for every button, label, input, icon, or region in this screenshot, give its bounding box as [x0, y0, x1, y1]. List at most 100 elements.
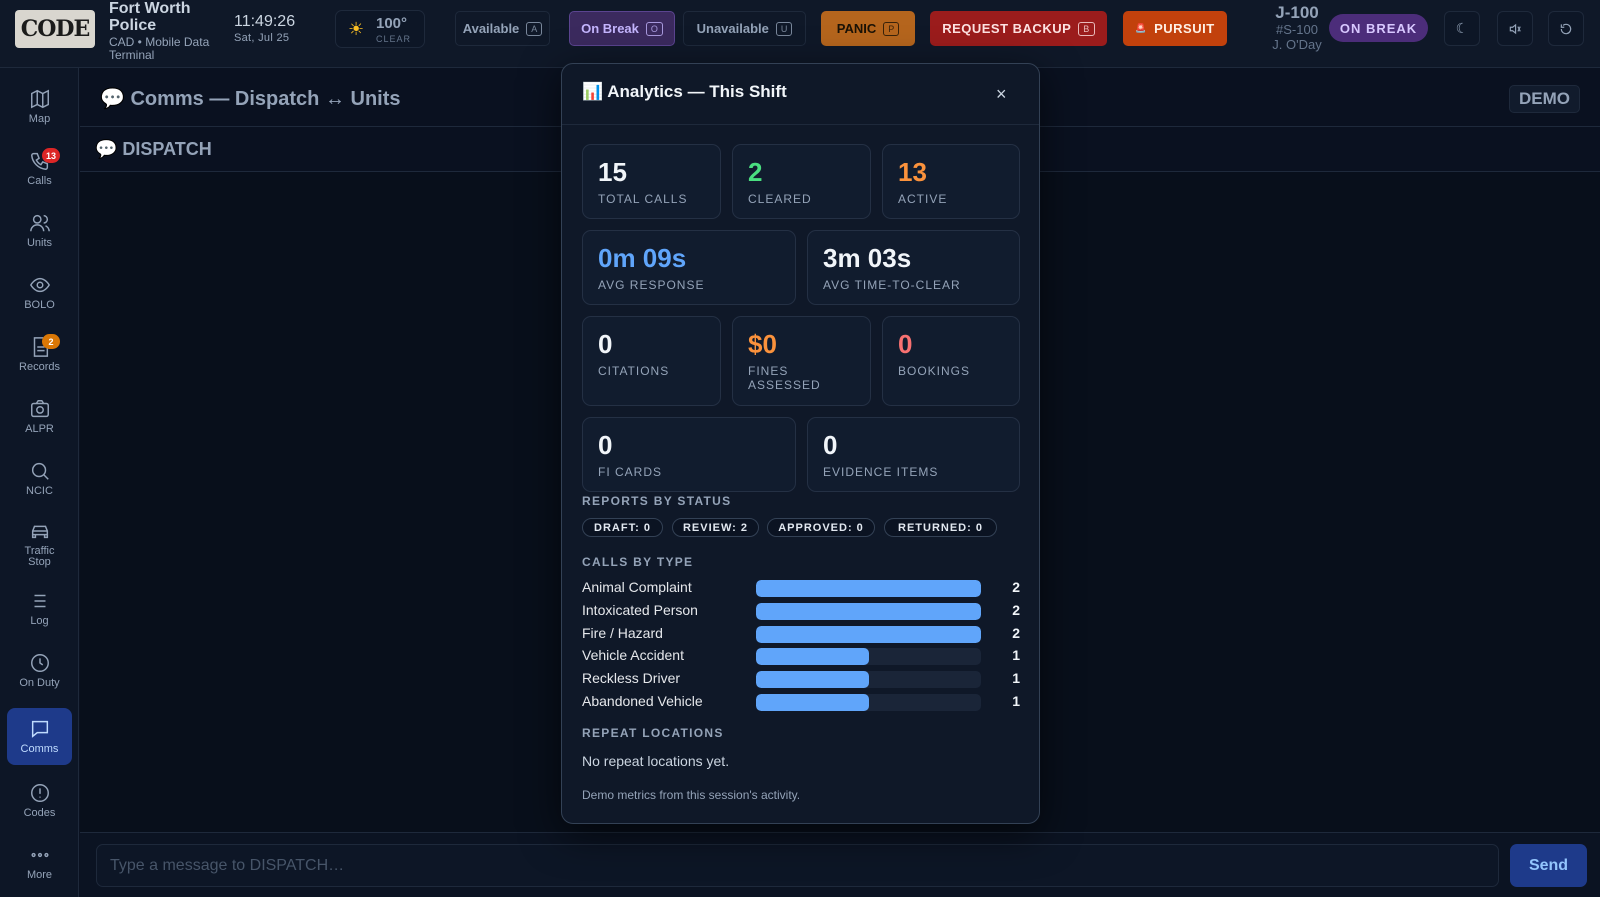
sidebar-item-comms[interactable]: Comms	[7, 708, 72, 765]
more-icon	[30, 852, 49, 858]
sidebar-item-bolo[interactable]: BOLO	[7, 264, 72, 321]
page-title: 💬 Comms — Dispatch ↔ Units	[100, 88, 401, 110]
call-type-row: Fire / Hazard 2	[582, 623, 1020, 645]
call-type-bar-track	[756, 625, 981, 643]
theme-toggle-button[interactable]: ☾	[1444, 11, 1480, 46]
call-type-bar-track	[756, 580, 981, 597]
sidebar-label: Calls	[27, 175, 52, 187]
status-unavailable-button[interactable]: Unavailable U	[683, 11, 806, 46]
demo-badge: DEMO	[1509, 85, 1580, 113]
sidebar-item-more[interactable]: More	[7, 834, 72, 891]
stat-label: AVG RESPONSE	[598, 278, 705, 292]
message-input[interactable]	[96, 844, 1499, 887]
call-type-name: Intoxicated Person	[582, 601, 698, 618]
analytics-modal: 📊 Analytics — This Shift × 15 TOTAL CALL…	[561, 63, 1040, 824]
reset-button[interactable]	[1548, 11, 1584, 46]
agency-subtitle: CAD • Mobile Data Terminal	[109, 35, 210, 62]
officer-name: J. O'Day	[1272, 37, 1322, 52]
status-available-button[interactable]: Available A	[455, 11, 550, 46]
sidebar-label: ALPR	[25, 423, 54, 435]
records-badge: 2	[42, 334, 60, 349]
sidebar-item-codes[interactable]: Codes	[7, 772, 72, 829]
sidebar-label: Comms	[20, 743, 59, 755]
eye-icon	[29, 277, 50, 293]
stat-fines-assessed: $0 FINES ASSESSED	[732, 316, 871, 406]
sidebar-item-on-duty[interactable]: On Duty	[7, 642, 72, 699]
stat-value: 0m 09s	[598, 243, 687, 273]
on-break-hotkey: O	[645, 21, 663, 36]
sidebar-item-ncic[interactable]: NCIC	[7, 450, 72, 507]
stat-avg-time-to-clear: 3m 03s AVG TIME-TO-CLEAR	[807, 230, 1020, 305]
unit-callsign: J-100	[1275, 3, 1319, 22]
call-type-name: Abandoned Vehicle	[582, 693, 703, 709]
call-type-bar	[756, 580, 981, 597]
call-type-count: 2	[1012, 624, 1020, 641]
close-button[interactable]: ×	[996, 84, 1007, 105]
status-pill: ON BREAK	[1329, 14, 1428, 42]
stat-citations: 0 CITATIONS	[582, 316, 721, 406]
call-type-row: Abandoned Vehicle 1	[582, 691, 1020, 713]
stat-value: 13	[898, 157, 927, 187]
send-button[interactable]: Send	[1510, 844, 1587, 887]
stat-value: 2	[748, 157, 763, 187]
call-type-row: Reckless Driver 1	[582, 668, 1020, 690]
modal-header: 📊 Analytics — This Shift ×	[562, 64, 1039, 125]
modal-footnote: Demo metrics from this session's activit…	[582, 788, 801, 802]
available-label: Available	[462, 21, 520, 36]
siren-icon: 🚨	[1135, 23, 1148, 33]
message-composer: Send	[80, 832, 1600, 897]
call-type-row: Vehicle Accident 1	[582, 645, 1020, 667]
unit-number: #S-100	[1276, 22, 1318, 37]
sidebar-item-log[interactable]: Log	[7, 580, 72, 637]
call-type-bar-track	[756, 602, 981, 620]
calls-by-type-title: CALLS BY TYPE	[582, 555, 694, 569]
sidebar-label: On Duty	[19, 677, 60, 689]
clock-icon	[30, 654, 49, 672]
sidebar-item-calls[interactable]: 13 Calls	[7, 140, 72, 197]
app-root: CODE Fort Worth Police CAD • Mobile Data…	[0, 0, 1600, 897]
sound-toggle-button[interactable]	[1497, 11, 1533, 46]
stat-fi-cards: 0 FI CARDS	[582, 417, 796, 492]
panic-label: PANIC	[836, 21, 877, 36]
pursuit-button[interactable]: 🚨 PURSUIT	[1123, 11, 1227, 46]
repeat-locations-empty: No repeat locations yet.	[582, 753, 730, 769]
stat-value: 0	[898, 329, 913, 359]
call-type-bar	[756, 648, 869, 666]
reports-section-title: REPORTS BY STATUS	[582, 494, 732, 508]
backup-hotkey: B	[1078, 21, 1095, 36]
call-type-count: 2	[1012, 601, 1020, 618]
panic-button[interactable]: PANIC P	[821, 11, 915, 46]
call-type-bar	[756, 602, 981, 620]
sidebar-item-alpr[interactable]: ALPR	[7, 388, 72, 445]
search-icon	[31, 462, 49, 480]
stat-evidence-items: 0 EVIDENCE ITEMS	[807, 417, 1020, 492]
stat-value: $0	[748, 329, 777, 359]
request-backup-button[interactable]: REQUEST BACKUP B	[930, 11, 1107, 46]
stat-label: FI CARDS	[598, 465, 663, 479]
panic-hotkey: P	[883, 21, 900, 36]
sidebar-item-records[interactable]: 2 Records	[7, 326, 72, 383]
pursuit-label: PURSUIT	[1154, 21, 1215, 36]
modal-title: 📊 Analytics — This Shift	[582, 82, 787, 101]
on-break-label: On Break	[581, 21, 639, 36]
call-type-row: Intoxicated Person 2	[582, 600, 1020, 622]
stat-value: 3m 03s	[823, 243, 912, 273]
call-type-name: Fire / Hazard	[582, 624, 663, 641]
sidebar-label: Codes	[23, 807, 56, 819]
stat-value: 0	[598, 329, 613, 359]
call-type-bar	[756, 694, 869, 711]
sidebar-item-map[interactable]: Map	[7, 78, 72, 135]
call-type-count: 2	[1012, 579, 1020, 595]
unavailable-label: Unavailable	[696, 21, 769, 36]
sidebar-item-traffic-stop[interactable]: Traffic Stop	[7, 512, 72, 576]
sidebar-item-units[interactable]: Units	[7, 202, 72, 259]
stat-label: CLEARED	[748, 192, 812, 206]
call-type-bar-track	[756, 648, 981, 666]
sidebar-label: Units	[26, 237, 53, 249]
moon-icon: ☾	[1455, 20, 1469, 36]
calls-badge: 13	[42, 148, 60, 163]
status-on-break-button[interactable]: On Break O	[569, 11, 675, 46]
users-icon	[29, 214, 50, 232]
stat-value: 15	[598, 157, 627, 187]
sun-icon: ☀	[348, 19, 365, 39]
